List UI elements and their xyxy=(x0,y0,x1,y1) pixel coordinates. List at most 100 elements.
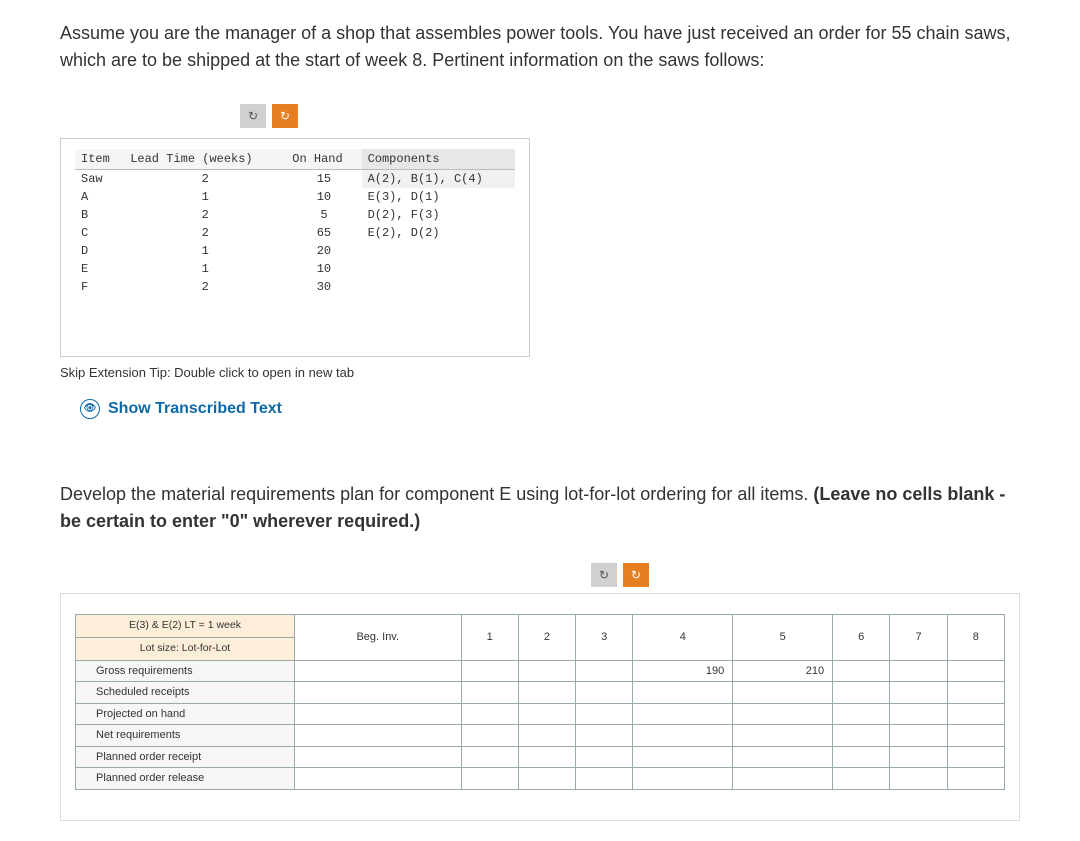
mrp-col-header: 1 xyxy=(461,614,518,660)
bom-toolbar: ↻ ↻ xyxy=(240,104,1020,128)
mrp-cell[interactable] xyxy=(947,682,1004,704)
mrp-cell[interactable] xyxy=(576,660,633,682)
mrp-cell[interactable] xyxy=(518,682,575,704)
question-2-text: Develop the material requirements plan f… xyxy=(60,484,813,504)
mrp-cell[interactable]: 210 xyxy=(733,660,833,682)
bom-cell: B xyxy=(75,206,124,224)
mrp-cell[interactable] xyxy=(461,660,518,682)
mrp-cell[interactable] xyxy=(295,660,462,682)
mrp-row-label: Projected on hand xyxy=(76,703,295,725)
bom-cell xyxy=(362,278,515,296)
mrp-cell[interactable] xyxy=(947,660,1004,682)
mrp-cell[interactable] xyxy=(633,682,733,704)
refresh-icon[interactable]: ↻ xyxy=(240,104,266,128)
mrp-cell[interactable] xyxy=(576,682,633,704)
bom-cell: 2 xyxy=(124,170,286,189)
show-transcribed-button[interactable]: 👁 Show Transcribed Text xyxy=(80,397,1020,421)
bom-cell: E(2), D(2) xyxy=(362,224,515,242)
mrp-cell[interactable] xyxy=(295,682,462,704)
refresh-icon[interactable]: ↻ xyxy=(623,563,649,587)
bom-header-comp: Components xyxy=(362,149,515,170)
mrp-cell[interactable] xyxy=(576,725,633,747)
mrp-col-header: 4 xyxy=(633,614,733,660)
bom-row: B25D(2), F(3) xyxy=(75,206,515,224)
mrp-cell[interactable] xyxy=(733,703,833,725)
mrp-panel: E(3) & E(2) LT = 1 week Beg. Inv. 1 2 3 … xyxy=(60,593,1020,821)
bom-cell: 2 xyxy=(124,206,286,224)
refresh-icon[interactable]: ↻ xyxy=(591,563,617,587)
mrp-cell[interactable] xyxy=(733,725,833,747)
mrp-cell[interactable] xyxy=(461,768,518,790)
mrp-cell[interactable] xyxy=(461,703,518,725)
mrp-cell[interactable] xyxy=(947,725,1004,747)
mrp-cell[interactable] xyxy=(890,703,947,725)
mrp-cell[interactable] xyxy=(833,682,890,704)
eye-icon: 👁 xyxy=(80,399,100,419)
mrp-cell[interactable] xyxy=(295,768,462,790)
mrp-row: Planned order release xyxy=(76,768,1005,790)
refresh-icon[interactable]: ↻ xyxy=(272,104,298,128)
mrp-cell[interactable] xyxy=(518,660,575,682)
skip-tip: Skip Extension Tip: Double click to open… xyxy=(60,363,1020,383)
bom-cell: 20 xyxy=(286,242,361,260)
mrp-col-header: 7 xyxy=(890,614,947,660)
mrp-cell[interactable] xyxy=(633,768,733,790)
mrp-spec-bot: Lot size: Lot-for-Lot xyxy=(76,637,295,660)
mrp-cell[interactable] xyxy=(890,660,947,682)
bom-row: F230 xyxy=(75,278,515,296)
mrp-toolbar: ↻ ↻ xyxy=(220,563,1020,587)
mrp-cell[interactable] xyxy=(947,703,1004,725)
mrp-cell[interactable] xyxy=(833,725,890,747)
mrp-cell[interactable] xyxy=(633,725,733,747)
bom-cell: 5 xyxy=(286,206,361,224)
mrp-col-header: 8 xyxy=(947,614,1004,660)
mrp-cell[interactable] xyxy=(576,703,633,725)
bom-cell: 10 xyxy=(286,188,361,206)
mrp-cell[interactable] xyxy=(518,725,575,747)
mrp-cell[interactable] xyxy=(633,703,733,725)
mrp-cell[interactable] xyxy=(890,682,947,704)
mrp-cell[interactable] xyxy=(518,703,575,725)
bom-cell: 2 xyxy=(124,224,286,242)
bom-cell: 30 xyxy=(286,278,361,296)
bom-row: Saw215A(2), B(1), C(4) xyxy=(75,170,515,189)
bom-cell: 15 xyxy=(286,170,361,189)
mrp-cell[interactable] xyxy=(890,725,947,747)
mrp-cell[interactable] xyxy=(461,682,518,704)
mrp-cell[interactable] xyxy=(518,768,575,790)
bom-cell xyxy=(362,242,515,260)
mrp-cell[interactable] xyxy=(295,725,462,747)
mrp-cell[interactable] xyxy=(833,660,890,682)
mrp-row-label: Net requirements xyxy=(76,725,295,747)
mrp-cell[interactable] xyxy=(733,768,833,790)
mrp-cell[interactable] xyxy=(733,682,833,704)
bom-cell: Saw xyxy=(75,170,124,189)
mrp-cell[interactable] xyxy=(295,703,462,725)
mrp-row-label: Gross requirements xyxy=(76,660,295,682)
mrp-cell[interactable] xyxy=(461,725,518,747)
bom-table: Item Lead Time (weeks) On Hand Component… xyxy=(75,149,515,296)
mrp-col-header: Beg. Inv. xyxy=(295,614,462,660)
bom-header-item: Item xyxy=(75,149,124,170)
mrp-row: Scheduled receipts xyxy=(76,682,1005,704)
bom-cell xyxy=(362,260,515,278)
mrp-row: Projected on hand xyxy=(76,703,1005,725)
mrp-cell[interactable] xyxy=(890,768,947,790)
mrp-cell[interactable]: 190 xyxy=(633,660,733,682)
bom-row: A110E(3), D(1) xyxy=(75,188,515,206)
bom-header-lead: Lead Time (weeks) xyxy=(124,149,286,170)
mrp-row: Gross requirements 190210 xyxy=(76,660,1005,682)
bom-cell: 1 xyxy=(124,188,286,206)
bom-panel: Item Lead Time (weeks) On Hand Component… xyxy=(60,138,530,357)
mrp-cell[interactable] xyxy=(947,768,1004,790)
bom-cell: D xyxy=(75,242,124,260)
mrp-col-header: 2 xyxy=(518,614,575,660)
bom-cell: 1 xyxy=(124,242,286,260)
mrp-cell[interactable] xyxy=(576,768,633,790)
mrp-cell[interactable] xyxy=(833,703,890,725)
bom-cell: C xyxy=(75,224,124,242)
mrp-col-header: 6 xyxy=(833,614,890,660)
mrp-cell[interactable] xyxy=(833,768,890,790)
bom-cell: A(2), B(1), C(4) xyxy=(362,170,515,189)
bom-row: E110 xyxy=(75,260,515,278)
